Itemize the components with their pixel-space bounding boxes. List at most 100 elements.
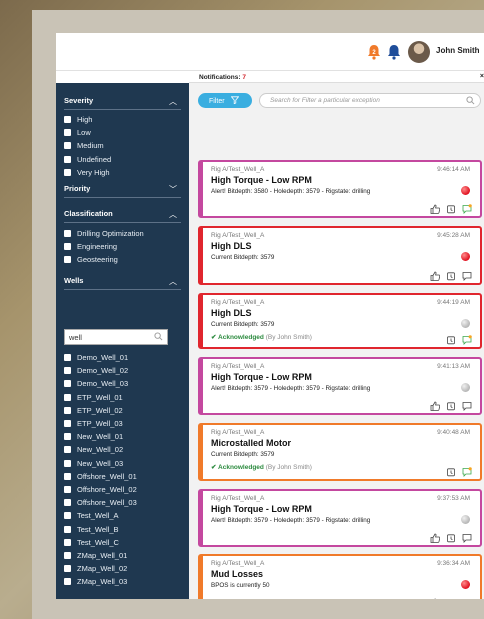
card-detail: Alert! Bitdepth: 3580 - Holedepth: 3579 … bbox=[211, 188, 371, 195]
notification-card[interactable]: Rig A/Test_Well_A 9:41:13 AM High Torque -… bbox=[198, 357, 482, 415]
checkbox-option[interactable]: High bbox=[64, 115, 92, 124]
checkbox[interactable] bbox=[64, 578, 71, 586]
search-icon[interactable] bbox=[466, 96, 475, 105]
thumbs-up-icon[interactable] bbox=[430, 598, 440, 599]
alarm-clock-icon[interactable] bbox=[446, 598, 456, 599]
checkbox[interactable] bbox=[64, 433, 71, 441]
section-header-classification[interactable]: Classification ︿ bbox=[64, 209, 181, 223]
checkbox-option[interactable]: Test_Well_B bbox=[64, 525, 119, 534]
alarm-clock-icon[interactable] bbox=[446, 271, 456, 281]
checkbox-option[interactable]: New_Well_03 bbox=[64, 459, 123, 468]
checkbox-label: High bbox=[77, 115, 93, 124]
checkbox[interactable] bbox=[64, 243, 71, 250]
checkbox-option[interactable]: ZMap_Well_01 bbox=[64, 551, 127, 560]
alarm-clock-icon[interactable] bbox=[446, 401, 456, 411]
checkbox-option[interactable]: Demo_Well_03 bbox=[64, 379, 128, 388]
notification-card[interactable]: Rig A/Test_Well_A 9:37:53 AM High Torque -… bbox=[198, 489, 482, 547]
thumbs-up-icon[interactable] bbox=[430, 204, 440, 214]
notification-card[interactable]: Rig A/Test_Well_A 9:44:19 AM High DLS Curre… bbox=[198, 293, 482, 349]
comment-new-icon[interactable] bbox=[462, 335, 472, 345]
section-header-severity[interactable]: Severity ︿ bbox=[64, 96, 181, 110]
checkbox[interactable] bbox=[64, 129, 71, 137]
checkbox-option[interactable]: Demo_Well_01 bbox=[64, 353, 128, 362]
notification-card[interactable]: Rig A/Test_Well_A 9:36:34 AM Mud Losses BPO… bbox=[198, 554, 482, 599]
thumbs-up-icon[interactable] bbox=[430, 533, 440, 543]
comment-new-icon[interactable] bbox=[462, 467, 472, 477]
chevron-up-icon[interactable]: ︿ bbox=[169, 96, 177, 107]
checkbox[interactable] bbox=[64, 367, 71, 375]
notification-card[interactable]: Rig A/Test_Well_A 9:45:28 AM High DLS Curre… bbox=[198, 226, 482, 285]
alarm-clock-icon[interactable] bbox=[446, 467, 456, 477]
checkbox-label: Demo_Well_01 bbox=[77, 353, 129, 362]
wells-search-input[interactable]: well bbox=[64, 329, 168, 345]
checkbox[interactable] bbox=[64, 420, 71, 427]
checkbox[interactable] bbox=[64, 525, 71, 533]
comment-icon[interactable] bbox=[462, 598, 472, 599]
checkbox-option[interactable]: Medium bbox=[64, 141, 104, 150]
checkbox[interactable] bbox=[64, 538, 71, 546]
checkbox[interactable] bbox=[64, 256, 71, 263]
checkbox[interactable] bbox=[64, 168, 71, 176]
notification-bell-icon[interactable] bbox=[387, 44, 401, 60]
close-icon[interactable]: × bbox=[480, 73, 484, 80]
checkbox[interactable] bbox=[64, 230, 71, 237]
checkbox-option[interactable]: ZMap_Well_02 bbox=[64, 564, 127, 573]
comment-icon[interactable] bbox=[462, 533, 472, 543]
checkbox-option[interactable]: Undefined bbox=[64, 155, 111, 164]
checkbox[interactable] bbox=[64, 380, 71, 388]
notification-card[interactable]: Rig A/Test_Well_A 9:40:48 AM Microstalled … bbox=[198, 423, 482, 481]
checkbox[interactable] bbox=[64, 393, 71, 401]
checkbox-option[interactable]: ETP_Well_03 bbox=[64, 419, 123, 428]
user-name[interactable]: John Smith bbox=[436, 46, 480, 55]
checkbox[interactable] bbox=[64, 116, 71, 123]
checkbox-option[interactable]: Offshore_Well_01 bbox=[64, 472, 137, 481]
alarm-clock-icon[interactable] bbox=[446, 335, 456, 345]
checkbox-option[interactable]: ETP_Well_01 bbox=[64, 393, 123, 402]
checkbox-option[interactable]: Test_Well_A bbox=[64, 511, 119, 520]
alert-bell-icon[interactable]: 2 bbox=[367, 44, 381, 60]
alarm-clock-icon[interactable] bbox=[446, 204, 456, 214]
checkbox[interactable] bbox=[64, 565, 71, 573]
checkbox-option[interactable]: Geosteering bbox=[64, 255, 118, 264]
checkbox[interactable] bbox=[64, 472, 71, 480]
checkbox[interactable] bbox=[64, 446, 71, 454]
chevron-down-icon[interactable]: ﹀ bbox=[169, 184, 177, 195]
checkbox-option[interactable]: Test_Well_C bbox=[64, 538, 119, 547]
filter-button[interactable]: Filter bbox=[198, 93, 252, 108]
chevron-up-icon[interactable]: ︿ bbox=[169, 276, 177, 287]
checkbox[interactable] bbox=[64, 155, 71, 163]
checkbox[interactable] bbox=[64, 552, 71, 559]
checkbox[interactable] bbox=[64, 406, 71, 414]
checkbox-option[interactable]: New_Well_02 bbox=[64, 445, 123, 454]
chevron-up-icon[interactable]: ︿ bbox=[169, 209, 177, 220]
thumbs-up-icon[interactable] bbox=[430, 401, 440, 411]
checkbox-option[interactable]: New_Well_01 bbox=[64, 432, 123, 441]
checkbox[interactable] bbox=[64, 459, 71, 467]
checkbox[interactable] bbox=[64, 354, 71, 361]
comment-new-icon[interactable] bbox=[462, 204, 472, 214]
search-input[interactable]: Search for Filter a particular exception bbox=[259, 93, 481, 108]
card-rig-label: Rig A/Test_Well_A bbox=[211, 299, 265, 306]
checkbox-option[interactable]: Engineering bbox=[64, 242, 117, 251]
checkbox-option[interactable]: Low bbox=[64, 128, 91, 137]
checkbox-option[interactable]: ETP_Well_02 bbox=[64, 406, 123, 415]
alarm-clock-icon[interactable] bbox=[446, 533, 456, 543]
checkbox-option[interactable]: Very High bbox=[64, 168, 110, 177]
user-avatar[interactable] bbox=[408, 41, 430, 63]
checkbox[interactable] bbox=[64, 486, 71, 493]
checkbox-option[interactable]: Drilling Optimization bbox=[64, 229, 144, 238]
thumbs-up-icon[interactable] bbox=[430, 271, 440, 281]
checkbox-option[interactable]: ZMap_Well_03 bbox=[64, 577, 127, 586]
checkbox[interactable] bbox=[64, 142, 71, 150]
checkbox[interactable] bbox=[64, 499, 71, 507]
checkbox-option[interactable]: Offshore_Well_03 bbox=[64, 498, 137, 507]
section-header-priority[interactable]: Priority ﹀ bbox=[64, 184, 181, 198]
checkbox-option[interactable]: Offshore_Well_02 bbox=[64, 485, 137, 494]
notification-card[interactable]: Rig A/Test_Well_A 9:46:14 AM High Torque -… bbox=[198, 160, 482, 218]
comment-icon[interactable] bbox=[462, 271, 472, 281]
section-header-wells[interactable]: Wells ︿ bbox=[64, 276, 181, 290]
checkbox-option[interactable]: Demo_Well_02 bbox=[64, 366, 128, 375]
comment-icon[interactable] bbox=[462, 401, 472, 411]
checkbox[interactable] bbox=[64, 512, 71, 520]
search-icon[interactable] bbox=[154, 332, 163, 341]
